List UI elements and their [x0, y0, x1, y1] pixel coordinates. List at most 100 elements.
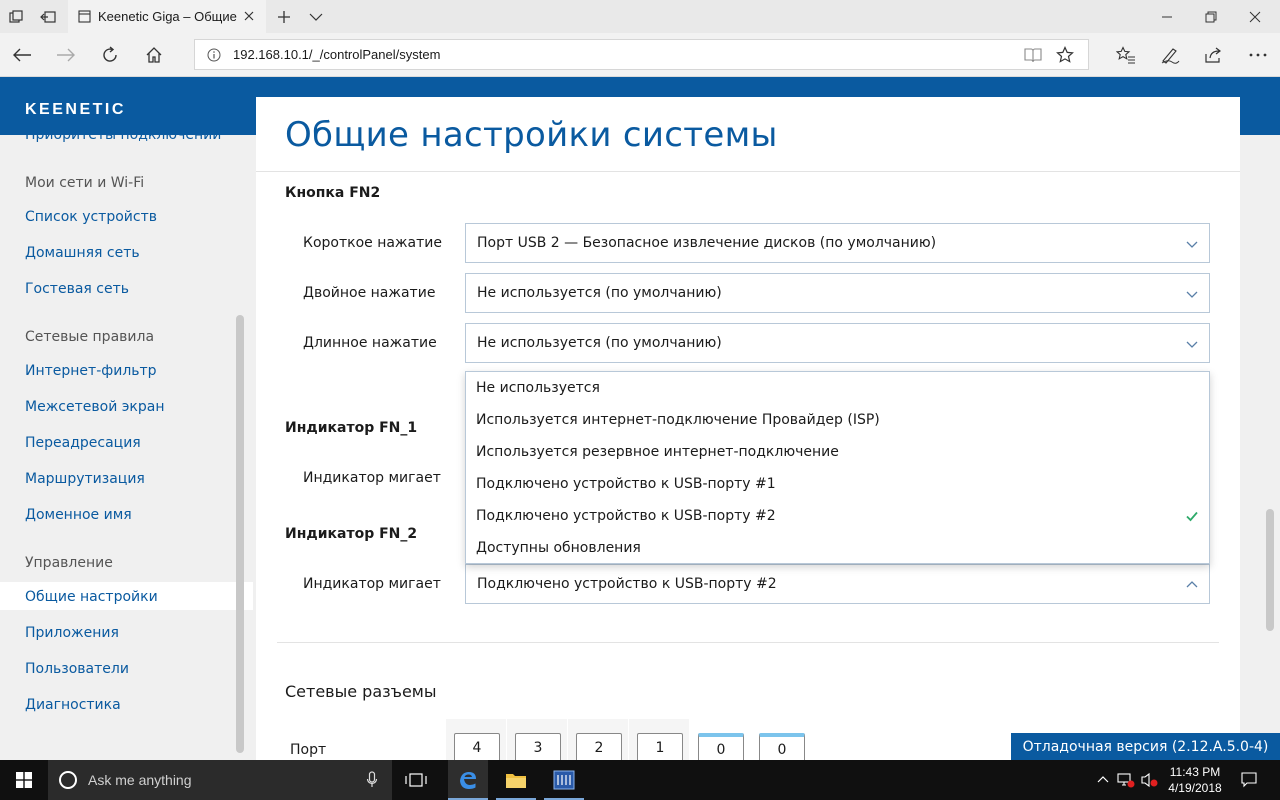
favorites-list-icon: [1116, 46, 1135, 64]
long-press-select[interactable]: Не используется (по умолчанию): [465, 323, 1210, 363]
short-press-value: Порт USB 2 — Безопасное извлечение диско…: [477, 235, 937, 251]
task-view-button[interactable]: [396, 760, 436, 800]
section-divider: [277, 642, 1219, 643]
fn2-indicator-title: Индикатор FN_2: [285, 526, 418, 542]
sidebar-item-internet-filter[interactable]: Интернет-фильтр: [25, 363, 157, 379]
restore-button[interactable]: [1188, 0, 1234, 33]
address-bar[interactable]: 192.168.10.1/_/controlPanel/system: [194, 39, 1089, 70]
forward-button[interactable]: [44, 33, 88, 77]
checkmark-icon: [1186, 511, 1198, 522]
new-tab-button[interactable]: [268, 0, 300, 33]
sidebar-item-users[interactable]: Пользователи: [25, 661, 129, 677]
microphone-icon[interactable]: [366, 771, 378, 789]
page-viewport: KEENETIC Приоритеты подключений Мои сети…: [0, 77, 1280, 760]
fn2-section-title: Кнопка FN2: [285, 185, 381, 201]
windows-taskbar: Ask me anything 11:43 PM 4/19/2018: [0, 760, 1280, 800]
fn2-blink-label: Индикатор мигает: [303, 576, 441, 592]
dropdown-option[interactable]: Используется интернет-подключение Провай…: [466, 404, 1209, 436]
chevron-up-icon[interactable]: [1097, 774, 1109, 784]
sidebar-item-domain-name[interactable]: Доменное имя: [25, 507, 132, 523]
clock-time: 11:43 PM: [1169, 765, 1221, 779]
page-scrollbar[interactable]: [1266, 509, 1274, 631]
port-1-icon[interactable]: 1: [637, 733, 683, 760]
dropdown-option[interactable]: Не используется: [466, 372, 1209, 404]
double-press-select[interactable]: Не используется (по умолчанию): [465, 273, 1210, 313]
short-press-select[interactable]: Порт USB 2 — Безопасное извлечение диско…: [465, 223, 1210, 263]
set-tabs-aside-button[interactable]: [32, 0, 64, 33]
fn2-blink-select[interactable]: Подключено устройство к USB-порту #2: [465, 564, 1210, 604]
share-button[interactable]: [1192, 33, 1236, 77]
indicator-options-dropdown: Не используется Используется интернет-по…: [465, 371, 1210, 564]
chevron-down-icon: [309, 13, 323, 21]
sidebar-item-home-network[interactable]: Домашняя сеть: [25, 245, 140, 261]
app-window-icon: [553, 770, 575, 790]
volume-muted-icon[interactable]: [1141, 772, 1159, 788]
port-2-icon[interactable]: 2: [576, 733, 622, 760]
more-button[interactable]: [1236, 33, 1280, 77]
sidebar-scrollbar[interactable]: [236, 315, 244, 753]
reading-view-icon[interactable]: [1024, 47, 1042, 63]
home-button[interactable]: [132, 33, 176, 77]
notifications-icon[interactable]: [1241, 772, 1257, 788]
chevron-down-icon: [1186, 341, 1198, 348]
task-view-icon: [405, 773, 427, 787]
cortana-circle-icon: [59, 771, 77, 789]
sidebar-item-routing[interactable]: Маршрутизация: [25, 471, 145, 487]
port-3-icon[interactable]: 3: [515, 733, 561, 760]
tabs-aside-icon: [40, 10, 56, 23]
sidebar-item-device-list[interactable]: Список устройств: [25, 209, 157, 225]
dropdown-option[interactable]: Используется резервное интернет-подключе…: [466, 436, 1209, 468]
port-4-icon[interactable]: 4: [454, 733, 500, 760]
favorite-star-icon[interactable]: [1056, 46, 1074, 64]
taskbar-file-explorer[interactable]: [496, 760, 536, 800]
page-favicon-icon: [78, 10, 91, 23]
port-0b-icon[interactable]: 0: [759, 733, 805, 760]
back-button[interactable]: [0, 33, 44, 77]
system-clock[interactable]: 11:43 PM 4/19/2018: [1160, 764, 1230, 796]
browser-tab[interactable]: Keenetic Giga – Общие: [68, 0, 266, 33]
sidebar-item-diagnostics[interactable]: Диагностика: [25, 697, 121, 713]
dropdown-option[interactable]: Подключено устройство к USB-порту #1: [466, 468, 1209, 500]
sidebar-item-firewall[interactable]: Межсетевой экран: [25, 399, 165, 415]
browser-tab-bar: Keenetic Giga – Общие: [0, 0, 1280, 33]
sidebar-item-forwarding[interactable]: Переадресация: [25, 435, 141, 451]
short-press-label: Короткое нажатие: [303, 235, 442, 251]
sidebar-item-connection-priorities[interactable]: Приоритеты подключений: [25, 135, 221, 143]
info-icon[interactable]: [207, 48, 221, 62]
close-icon: [1249, 11, 1261, 22]
brand-logo: KEENETIC: [25, 101, 126, 118]
web-note-button[interactable]: [1148, 33, 1192, 77]
start-button[interactable]: [0, 760, 48, 800]
refresh-button[interactable]: [88, 33, 132, 77]
long-press-label: Длинное нажатие: [303, 335, 437, 351]
fn1-indicator-title: Индикатор FN_1: [285, 420, 418, 436]
close-tab-icon[interactable]: [242, 9, 256, 23]
network-status-icon[interactable]: [1117, 772, 1135, 788]
close-window-button[interactable]: [1232, 0, 1278, 33]
sidebar-heading-network-rules: Сетевые правила: [25, 329, 155, 345]
home-icon: [146, 47, 162, 63]
arrow-right-icon: [57, 48, 75, 62]
dropdown-option[interactable]: Доступны обновления: [466, 532, 1209, 564]
arrow-left-icon: [13, 48, 31, 62]
restore-icon: [1205, 11, 1217, 22]
sidebar-item-guest-network[interactable]: Гостевая сеть: [25, 281, 129, 297]
favorites-hub-button[interactable]: [1104, 33, 1148, 77]
more-dots-icon: [1249, 53, 1267, 57]
taskbar-edge-app[interactable]: [448, 760, 488, 800]
windows-logo-icon: [16, 772, 32, 788]
sidebar-item-general-settings[interactable]: Общие настройки: [25, 589, 158, 605]
taskbar-app[interactable]: [544, 760, 584, 800]
dropdown-option-selected[interactable]: Подключено устройство к USB-порту #2: [466, 500, 1209, 532]
minimize-icon: [1162, 16, 1172, 17]
sidebar-item-applications[interactable]: Приложения: [25, 625, 119, 641]
port-0-icon[interactable]: 0: [698, 733, 744, 760]
folder-icon: [506, 774, 526, 788]
taskbar-search-box[interactable]: Ask me anything: [48, 760, 392, 800]
clock-date: 4/19/2018: [1168, 781, 1222, 795]
minimize-button[interactable]: [1144, 0, 1190, 33]
tab-preview-button[interactable]: [300, 0, 332, 33]
chevron-down-icon: [1186, 241, 1198, 248]
tab-stack-icon: [9, 9, 23, 23]
tab-actions-button[interactable]: [0, 0, 32, 33]
